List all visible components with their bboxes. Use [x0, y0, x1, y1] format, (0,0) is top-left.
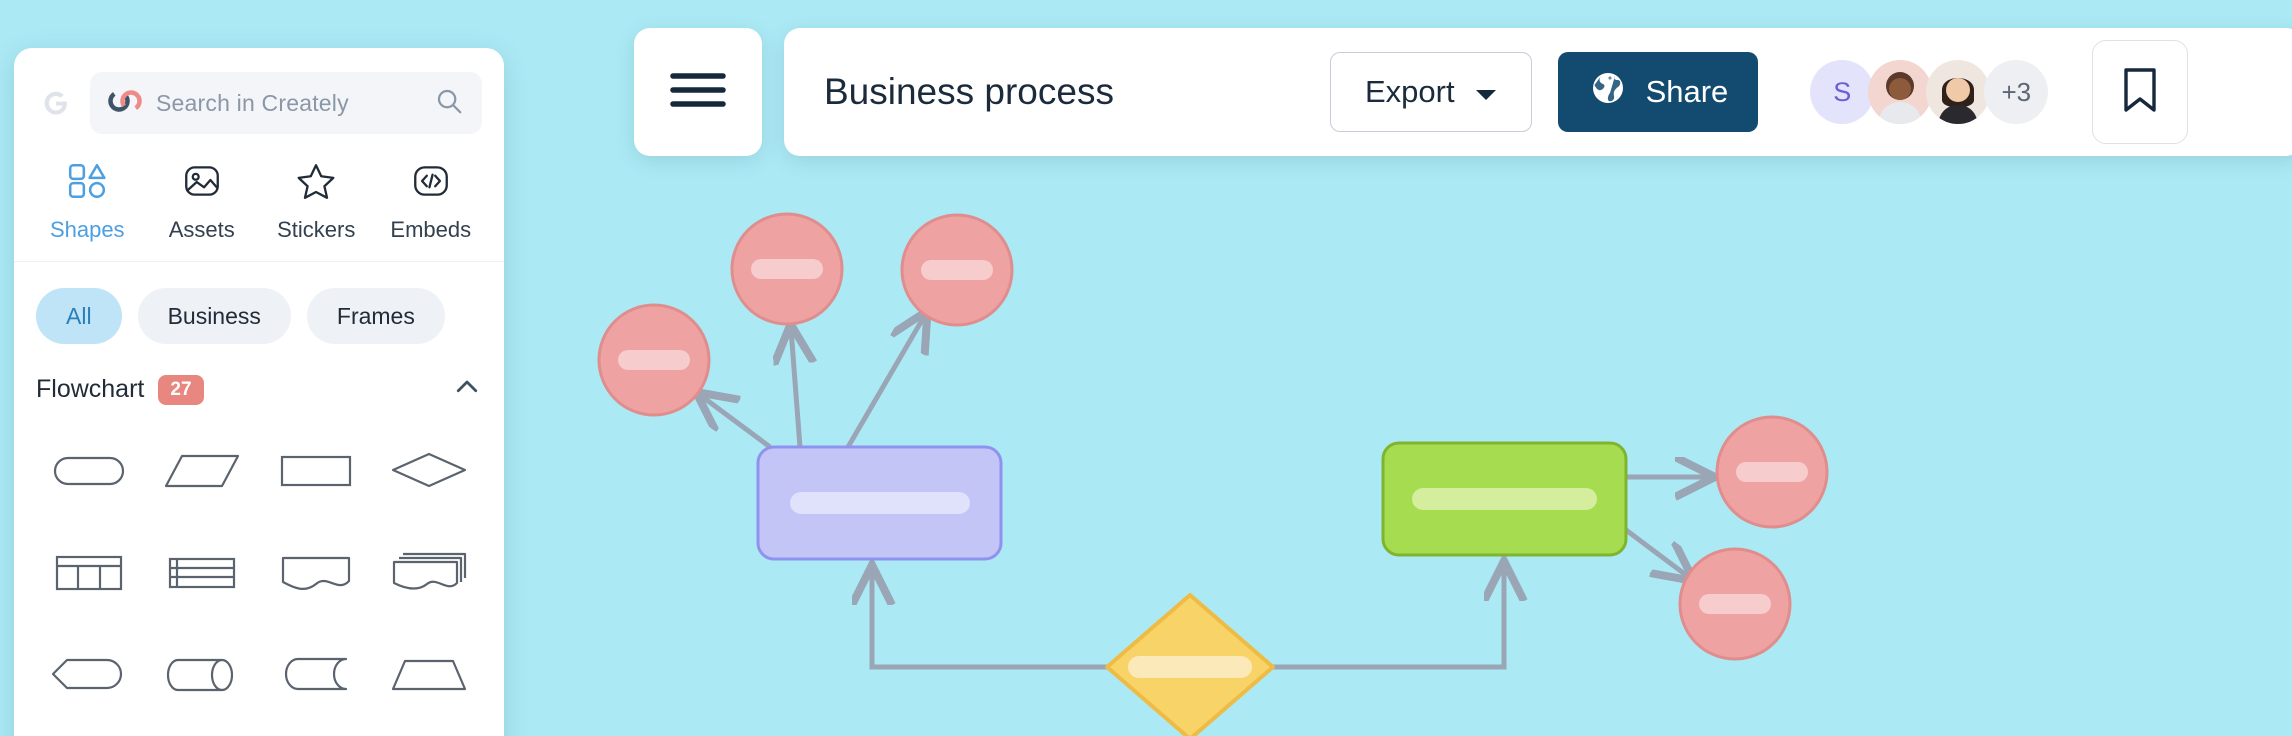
panel-tabs: Shapes Assets Stickers Embeds	[14, 146, 504, 262]
filter-chip-all[interactable]: All	[36, 288, 122, 344]
connector-decision-to-green	[1273, 566, 1504, 670]
filter-chips: All Business Frames	[14, 262, 504, 366]
shape-table[interactable]	[32, 529, 146, 615]
shape-library-grid	[14, 421, 504, 736]
connector-decision-to-purple	[872, 570, 1107, 670]
connector-purple-to-topright	[845, 315, 925, 449]
bookmark-icon	[2116, 64, 2164, 121]
hamburger-menu-button[interactable]	[634, 28, 762, 156]
shape-terminator-rounded[interactable]	[32, 427, 146, 513]
shape-multi-document[interactable]	[373, 529, 487, 615]
shape-diamond[interactable]	[373, 427, 487, 513]
export-button-label: Export	[1364, 74, 1455, 109]
connector-purple-to-topleft	[791, 329, 800, 448]
connector-purple-to-left-circle	[700, 395, 772, 450]
shape-delay[interactable]	[32, 631, 146, 717]
shape-trapezoid[interactable]	[373, 631, 487, 717]
connector-green-to-right-bottom	[1624, 528, 1690, 578]
circle-node-right-top[interactable]	[1715, 415, 1829, 529]
star-icon	[295, 160, 337, 207]
filter-chip-business-label: Business	[167, 302, 261, 329]
shape-parallelogram[interactable]	[146, 427, 260, 513]
tab-assets[interactable]: Assets	[145, 160, 260, 243]
process-node-green[interactable]	[1381, 441, 1628, 557]
flowchart-section-header[interactable]: Flowchart 27	[14, 366, 504, 421]
code-brackets-icon	[410, 160, 452, 207]
tab-assets-label: Assets	[168, 217, 235, 242]
filter-chip-frames-label: Frames	[336, 302, 415, 329]
filter-chip-frames[interactable]: Frames	[306, 288, 445, 344]
tab-shapes[interactable]: Shapes	[30, 160, 145, 243]
shape-cylinder[interactable]	[146, 631, 260, 717]
chevron-down-icon	[1475, 74, 1497, 110]
avatar-photo-2[interactable]	[1926, 60, 1991, 124]
decision-node-yellow[interactable]	[1105, 593, 1275, 736]
filter-chip-business[interactable]: Business	[137, 288, 291, 344]
filter-chip-all-label: All	[66, 302, 92, 329]
share-button[interactable]: Share	[1557, 52, 1759, 132]
creately-logo-icon	[108, 89, 142, 118]
document-title[interactable]: Business process	[824, 71, 1114, 113]
top-toolbar: Business process Export Share S +3	[784, 28, 2292, 156]
globe-icon	[1588, 68, 1628, 116]
tab-embeds-label: Embeds	[390, 217, 472, 242]
search-placeholder-text: Search in Creately	[156, 89, 349, 116]
avatar-overflow-label: +3	[2001, 76, 2032, 107]
tab-shapes-label: Shapes	[49, 217, 125, 242]
favorite-button[interactable]	[2092, 40, 2189, 144]
chevron-up-icon[interactable]	[452, 372, 482, 407]
search-input[interactable]: Search in Creately	[90, 72, 482, 134]
circle-node-left[interactable]	[597, 303, 711, 417]
panel-search-row: Search in Creately	[14, 48, 504, 146]
avatar-initial-label: S	[1833, 76, 1852, 107]
avatar-photo-1[interactable]	[1868, 60, 1933, 124]
process-node-purple[interactable]	[756, 445, 1003, 561]
search-icon[interactable]	[434, 86, 464, 121]
shape-stored-data[interactable]	[259, 631, 373, 717]
shape-document[interactable]	[259, 529, 373, 615]
collaborator-avatars: S +3	[1810, 60, 2049, 124]
section-title: Flowchart	[36, 375, 145, 403]
tab-stickers[interactable]: Stickers	[259, 160, 374, 243]
tab-embeds[interactable]: Embeds	[374, 160, 489, 243]
hamburger-menu-icon	[667, 66, 729, 119]
avatar-overflow-count[interactable]: +3	[1984, 60, 2049, 124]
circle-node-top-right[interactable]	[900, 213, 1014, 327]
tab-stickers-label: Stickers	[277, 217, 356, 242]
shape-rectangle[interactable]	[259, 427, 373, 513]
share-button-label: Share	[1645, 74, 1729, 109]
image-icon	[181, 160, 223, 207]
avatar-initial[interactable]: S	[1810, 60, 1875, 124]
section-count-badge: 27	[158, 374, 204, 405]
google-g-icon[interactable]	[36, 83, 76, 123]
circle-node-top-left[interactable]	[730, 212, 844, 326]
circle-node-right-bottom[interactable]	[1678, 547, 1792, 661]
shapes-grid-icon	[66, 160, 108, 207]
shapes-panel: Search in Creately Shapes Assets Sticker…	[14, 48, 504, 736]
export-button[interactable]: Export	[1329, 52, 1532, 132]
shape-stacked-rows[interactable]	[146, 529, 260, 615]
